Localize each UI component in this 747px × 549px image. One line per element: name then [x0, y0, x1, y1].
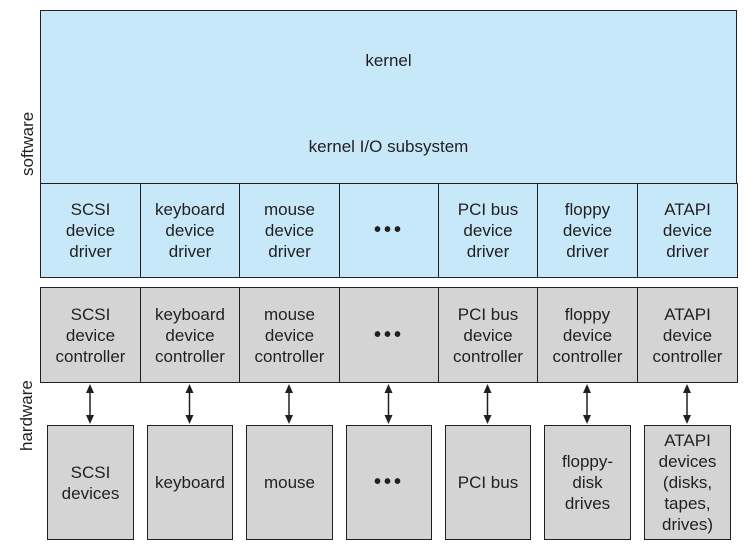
bidirectional-arrow-6 — [683, 384, 691, 424]
connection-arrows — [86, 384, 691, 424]
bidirectional-arrow-5 — [583, 384, 591, 424]
bidirectional-arrow-1 — [185, 384, 194, 424]
bidirectional-arrow-4 — [483, 384, 492, 424]
bidirectional-arrow-0 — [86, 384, 94, 424]
bidirectional-arrow-2 — [285, 384, 293, 424]
bidirectional-arrow-3 — [384, 384, 393, 424]
